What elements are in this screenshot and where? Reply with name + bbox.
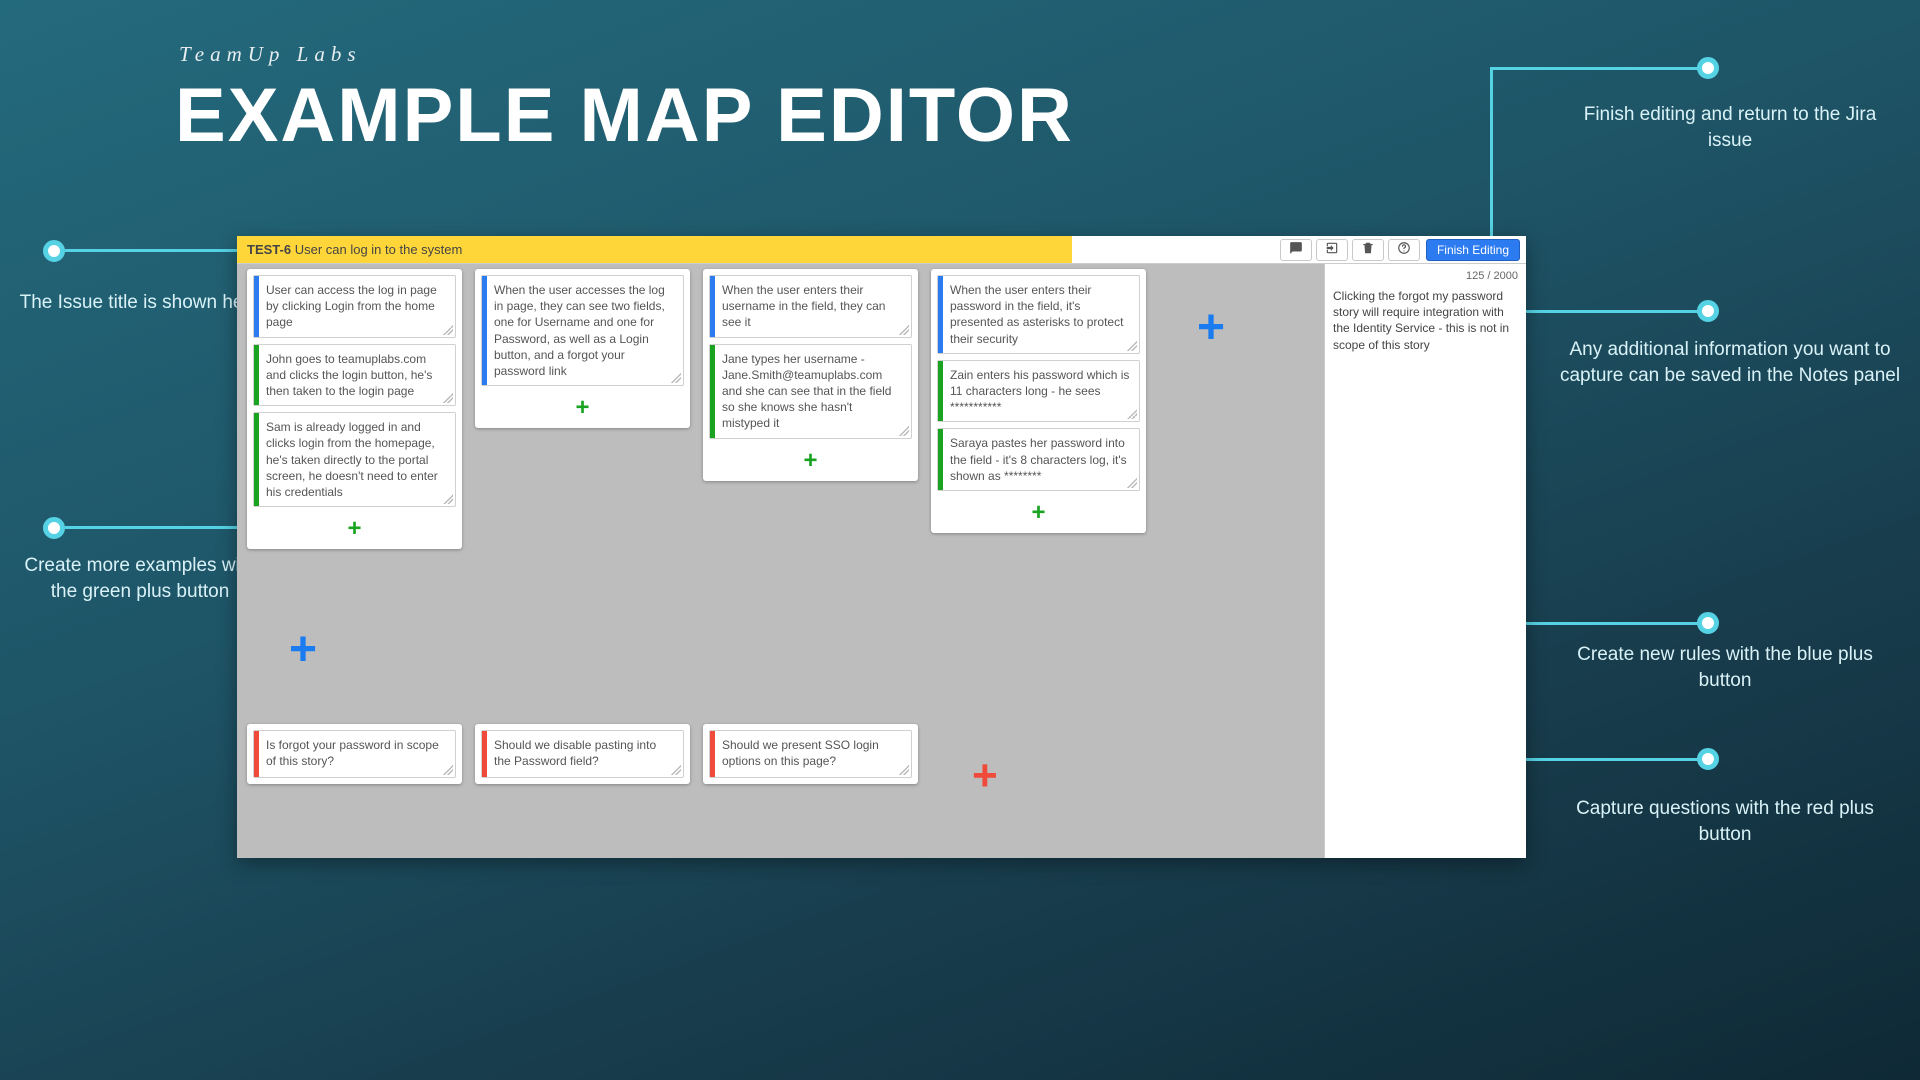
annotation-leader [65, 526, 240, 529]
annotation-leader [1524, 310, 1699, 313]
example-card[interactable]: Jane types her username - Jane.Smith@tea… [709, 344, 912, 439]
example-card[interactable]: Sam is already logged in and clicks logi… [253, 412, 456, 507]
annotation-dot [1697, 57, 1719, 79]
help-button[interactable] [1388, 239, 1420, 261]
finish-editing-button[interactable]: Finish Editing [1426, 239, 1520, 261]
exit-icon [1325, 241, 1339, 258]
rule-card[interactable]: User can access the log in page by click… [253, 275, 456, 338]
rule-card[interactable]: When the user enters their username in t… [709, 275, 912, 338]
export-button[interactable] [1316, 239, 1348, 261]
add-rule-button[interactable]: + [1197, 304, 1225, 352]
question-column: Is forgot your password in scope of this… [247, 724, 462, 784]
add-rule-button[interactable]: + [289, 626, 317, 674]
rule-column: When the user enters their username in t… [703, 269, 918, 481]
help-icon [1397, 241, 1411, 258]
add-question-button[interactable]: + [972, 754, 998, 798]
delete-button[interactable] [1352, 239, 1384, 261]
toolbar: Finish Editing [1276, 236, 1526, 263]
page-title: EXAMPLE MAP EDITOR [175, 72, 1074, 159]
rule-column: User can access the log in page by click… [247, 269, 462, 549]
rule-card[interactable]: When the user enters their password in t… [937, 275, 1140, 354]
annotation-notes: Any additional information you want to c… [1555, 337, 1905, 388]
question-column: Should we present SSO login options on t… [703, 724, 918, 784]
question-column: Should we disable pasting into the Passw… [475, 724, 690, 784]
issue-title-text: User can log in to the system [295, 242, 463, 257]
title-bar: TEST-6 User can log in to the system [237, 236, 1526, 264]
notes-text[interactable]: Clicking the forgot my password story wi… [1333, 288, 1518, 353]
comments-icon [1289, 241, 1303, 258]
rule-card[interactable]: When the user accesses the log in page, … [481, 275, 684, 386]
annotation-finish: Finish editing and return to the Jira is… [1565, 102, 1895, 153]
rule-column: When the user accesses the log in page, … [475, 269, 690, 428]
add-example-button[interactable]: + [937, 497, 1140, 529]
issue-label: TEST-6 User can log in to the system [237, 236, 1072, 263]
question-card[interactable]: Is forgot your password in scope of this… [253, 730, 456, 778]
brand-label: TeamUp Labs [179, 42, 362, 67]
annotation-blue-plus: Create new rules with the blue plus butt… [1565, 642, 1885, 693]
annotation-leader [1490, 67, 1493, 239]
notes-panel[interactable]: 125 / 2000 Clicking the forgot my passwo… [1324, 264, 1526, 858]
annotation-leader [65, 249, 240, 252]
add-example-button[interactable]: + [709, 445, 912, 477]
annotation-leader [1490, 67, 1698, 70]
example-card[interactable]: John goes to teamuplabs.com and clicks t… [253, 344, 456, 407]
add-example-button[interactable]: + [481, 392, 684, 424]
notes-char-count: 125 / 2000 [1333, 268, 1518, 288]
annotation-red-plus: Capture questions with the red plus butt… [1565, 796, 1885, 847]
issue-key: TEST-6 [247, 242, 291, 257]
annotation-dot [1697, 300, 1719, 322]
add-example-button[interactable]: + [253, 513, 456, 545]
rule-column: When the user enters their password in t… [931, 269, 1146, 533]
annotation-dot [43, 240, 65, 262]
app-canvas: TEST-6 User can log in to the system [237, 236, 1526, 858]
example-card[interactable]: Zain enters his password which is 11 cha… [937, 360, 1140, 423]
question-card[interactable]: Should we disable pasting into the Passw… [481, 730, 684, 778]
annotation-dot [1697, 748, 1719, 770]
trash-icon [1361, 241, 1375, 258]
annotation-dot [1697, 612, 1719, 634]
question-card[interactable]: Should we present SSO login options on t… [709, 730, 912, 778]
comments-button[interactable] [1280, 239, 1312, 261]
board-area: User can access the log in page by click… [237, 264, 1324, 858]
annotation-dot [43, 517, 65, 539]
annotation-green-plus: Create more examples with the green plus… [15, 553, 265, 604]
example-card[interactable]: Saraya pastes her password into the fiel… [937, 428, 1140, 491]
